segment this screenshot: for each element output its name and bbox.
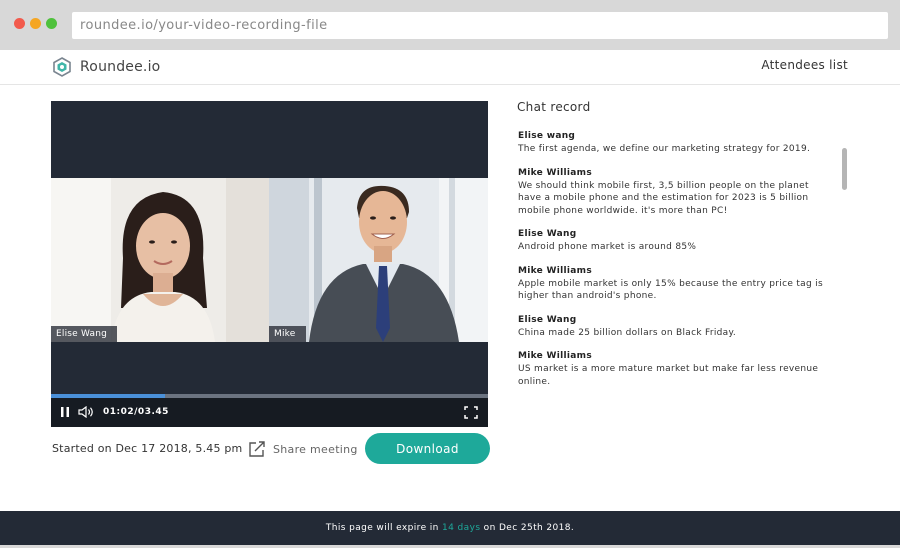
participant-video-image (269, 178, 488, 342)
chat-text: China made 25 billion dollars on Black F… (518, 327, 736, 338)
download-button[interactable]: Download (365, 433, 490, 464)
app-header: Roundee.io Attendees list (0, 50, 900, 85)
share-meeting-label: Share meeting (273, 442, 358, 456)
chat-record-title: Chat record (517, 100, 591, 114)
pause-icon[interactable] (59, 406, 71, 418)
fullscreen-icon[interactable] (464, 406, 478, 419)
video-player[interactable]: Elise Wang Mike 01:02/03.45 (51, 101, 488, 427)
chat-author: Elise Wang (518, 229, 577, 239)
footer-suffix: on Dec 25th 2018. (480, 523, 575, 533)
chat-message: Elise Wang China made 25 billion dollars… (518, 314, 828, 340)
footer-prefix: This page will expire in (325, 523, 443, 533)
participant-name-label: Mike (269, 326, 306, 342)
address-bar[interactable]: roundee.io/your-video-recording-file (72, 12, 888, 39)
player-controls: 01:02/03.45 (51, 398, 488, 427)
chat-message: Elise Wang Android phone market is aroun… (518, 228, 828, 254)
chat-text: US market is a more mature market but ma… (518, 364, 819, 387)
chat-author: Mike Williams (518, 351, 592, 361)
logo-text: Roundee.io (80, 59, 161, 75)
chat-text: Android phone market is around 85% (518, 242, 697, 252)
expiry-footer: This page will expire in 14 days on Dec … (0, 511, 900, 545)
chat-text: Apple mobile market is only 15% because … (518, 278, 823, 302)
participant-name-label: Elise Wang (51, 326, 118, 342)
chat-message: Mike Williams US market is a more mature… (518, 350, 828, 388)
chat-author: Elise wang (518, 131, 576, 141)
logo-icon (53, 57, 71, 77)
video-feed-mike: Mike (269, 178, 488, 342)
chat-author: Elise Wang (518, 314, 577, 325)
chat-text: The first agenda, we define our marketin… (518, 144, 811, 154)
chat-message: Mike Williams Apple mobile market is onl… (518, 265, 828, 303)
time-display: 01:02/03.45 (103, 407, 169, 417)
window-minimize-button[interactable] (30, 18, 41, 29)
chat-text: We should think mobile first, 3,5 billio… (518, 180, 809, 216)
chat-message: Mike Williams We should think mobile fir… (518, 167, 828, 218)
chat-message-list: Elise wang The first agenda, we define o… (518, 130, 828, 399)
volume-icon[interactable] (78, 406, 96, 418)
chat-scrollbar[interactable] (842, 148, 847, 190)
attendees-list-link[interactable]: Attendees list (761, 58, 848, 72)
window-close-button[interactable] (14, 18, 25, 29)
meeting-start-time: Started on Dec 17 2018, 5.45 pm (52, 442, 243, 455)
chat-message: Elise wang The first agenda, we define o… (518, 130, 828, 156)
browser-toolbar: roundee.io/your-video-recording-file (0, 0, 900, 50)
chat-author: Mike Williams (518, 167, 592, 178)
expiry-days: 14 days (442, 523, 481, 533)
logo[interactable]: Roundee.io (52, 56, 160, 78)
video-feed-elise: Elise Wang (51, 178, 269, 342)
window-maximize-button[interactable] (46, 18, 57, 29)
chat-author: Mike Williams (518, 265, 592, 276)
share-icon (249, 441, 265, 457)
share-meeting-button[interactable]: Share meeting (248, 440, 358, 458)
participant-video-image (51, 178, 269, 342)
